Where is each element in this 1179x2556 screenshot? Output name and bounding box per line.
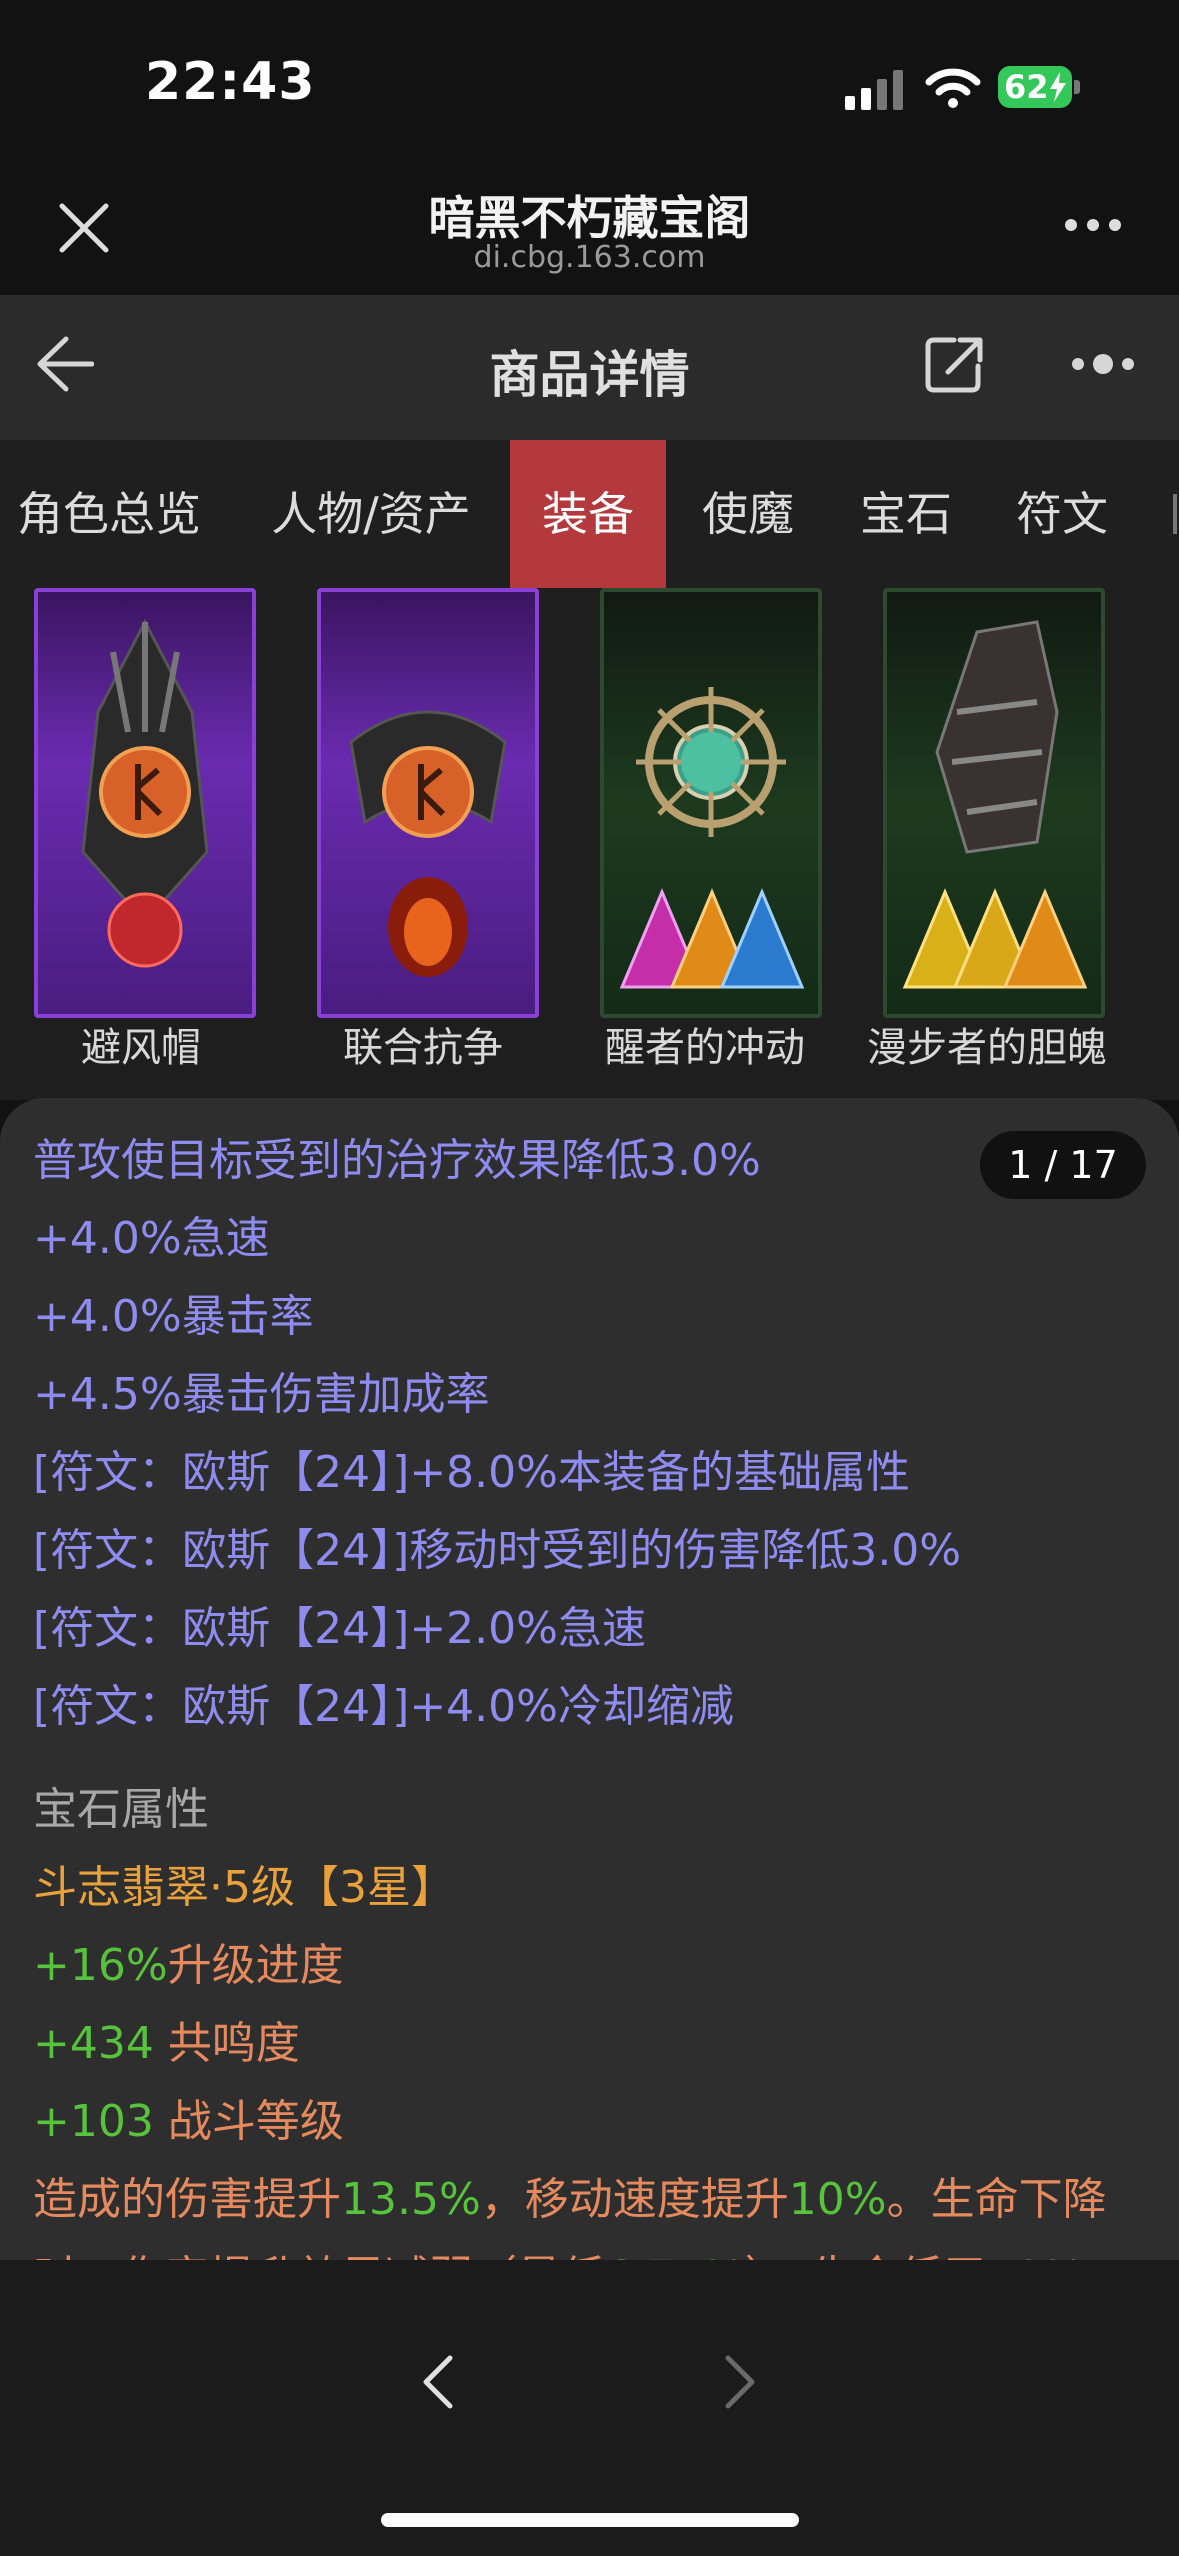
gem-desc-value: 10% [788, 2174, 887, 2225]
gem-desc-text: ，移动速度提升 [480, 2174, 789, 2225]
equipment-strip: 避风帽 联合抗争 醒者的冲动 漫步者的胆魄 [0, 588, 1179, 1100]
browser-bottom-toolbar [0, 2260, 1179, 2556]
site-title: 暗黑不朽藏宝阁 [428, 191, 751, 245]
battery-icon: 62 [998, 66, 1080, 108]
status-time: 22:43 [145, 52, 316, 112]
equipment-card[interactable] [317, 588, 539, 1018]
attribute-line: 普攻使目标受到的治疗效果降低3.0% [33, 1135, 761, 1186]
rune-attribute-line: [符文：欧斯【24】]移动时受到的伤害降低3.0% [33, 1525, 962, 1576]
helmet-icon [81, 618, 209, 968]
signal-icon [845, 70, 903, 110]
gem-section-header: 宝石属性 [33, 1784, 209, 1835]
battery-level: 62 [1004, 68, 1049, 106]
gem-desc-text: 时，伤害提升效果减弱（最低 [33, 2252, 605, 2260]
gem-stat-line: +434 共鸣度 [33, 2014, 300, 2074]
rune-attribute-line: [符文：欧斯【24】]+8.0%本装备的基础属性 [33, 1447, 910, 1498]
gem-stat-value: +434 [33, 2018, 154, 2069]
category-tabs: 角色总览 人物/资产 装备 使魔 宝石 符文 [0, 440, 1179, 590]
gem-desc-text: 。生命下降 [886, 2174, 1107, 2225]
equipment-name: 漫步者的胆魄 [867, 1025, 1107, 1071]
gem-desc-value: 50% [987, 2252, 1085, 2260]
page-counter-badge: 1 / 17 [980, 1131, 1146, 1199]
page-title: 商品详情 [489, 346, 690, 404]
share-icon[interactable] [924, 334, 984, 394]
gem-desc-value: 13.5% [341, 2174, 481, 2225]
tabs-overflow-indicator [1173, 494, 1177, 534]
gem-desc-text: 造成的伤害提升 [33, 2174, 341, 2225]
gem-stat-label: 升级进度 [167, 1940, 344, 1991]
tab-gems[interactable]: 宝石 [848, 440, 964, 588]
gem-name: 斗志翡翠·5级【3星】 [33, 1862, 455, 1913]
equipment-name: 避风帽 [81, 1025, 201, 1071]
item-detail-panel[interactable]: 普攻使目标受到的治疗效果降低3.0% +4.0%急速 +4.0%暴击率 +4.5… [0, 1098, 1179, 2260]
attribute-line: +4.0%急速 [33, 1213, 270, 1264]
equipment-name: 联合抗争 [343, 1025, 503, 1071]
browser-back-icon[interactable] [418, 2352, 458, 2412]
gem-stat-value: +103 [33, 2096, 154, 2147]
browser-forward-icon[interactable] [720, 2352, 760, 2412]
gem-desc-value: 6.75% [605, 2252, 745, 2260]
tab-overview[interactable]: 角色总览 [0, 440, 218, 588]
tab-familiar[interactable]: 使魔 [690, 440, 806, 588]
gem-stat-line: +103 战斗等级 [33, 2092, 344, 2152]
more-options-icon[interactable] [1070, 352, 1136, 376]
gem-stat-value: +16% [33, 1940, 168, 1991]
gem-desc-text: ）。生命低于 [745, 2252, 987, 2260]
gem-description-line: 造成的伤害提升13.5%，移动速度提升10%。生命下降 [33, 2170, 1107, 2230]
gem-description-line: 时，伤害提升效果减弱（最低6.75%）。生命低于50% [33, 2248, 1085, 2260]
amulet-icon [619, 687, 805, 989]
site-url: di.cbg.163.com [473, 240, 706, 275]
charging-icon [1050, 72, 1066, 102]
attribute-line: +4.5%暴击伤害加成率 [33, 1369, 490, 1420]
rune-attribute-line: [符文：欧斯【24】]+2.0%急速 [33, 1603, 646, 1654]
gloves-icon [902, 620, 1088, 989]
tab-equipment[interactable]: 装备 [510, 440, 666, 588]
wifi-icon [925, 68, 981, 108]
gem-stat-line: +16%升级进度 [33, 1936, 344, 1996]
more-icon[interactable] [1064, 218, 1122, 232]
gem-stat-label: 共鸣度 [153, 2018, 300, 2069]
rune-attribute-line: [符文：欧斯【24】]+4.0%冷却缩减 [33, 1681, 734, 1732]
attribute-line: +4.0%暴击率 [33, 1291, 314, 1342]
tab-character-assets[interactable]: 人物/资产 [250, 440, 492, 588]
tab-runes[interactable]: 符文 [1004, 440, 1120, 588]
gem-stat-label: 战斗等级 [153, 2096, 344, 2147]
equipment-card[interactable] [600, 588, 822, 1018]
equipment-name: 醒者的冲动 [605, 1025, 805, 1071]
equipment-card[interactable] [883, 588, 1105, 1018]
equipment-card[interactable] [34, 588, 256, 1018]
home-indicator[interactable] [381, 2513, 799, 2527]
shoulder-icon [349, 710, 507, 977]
